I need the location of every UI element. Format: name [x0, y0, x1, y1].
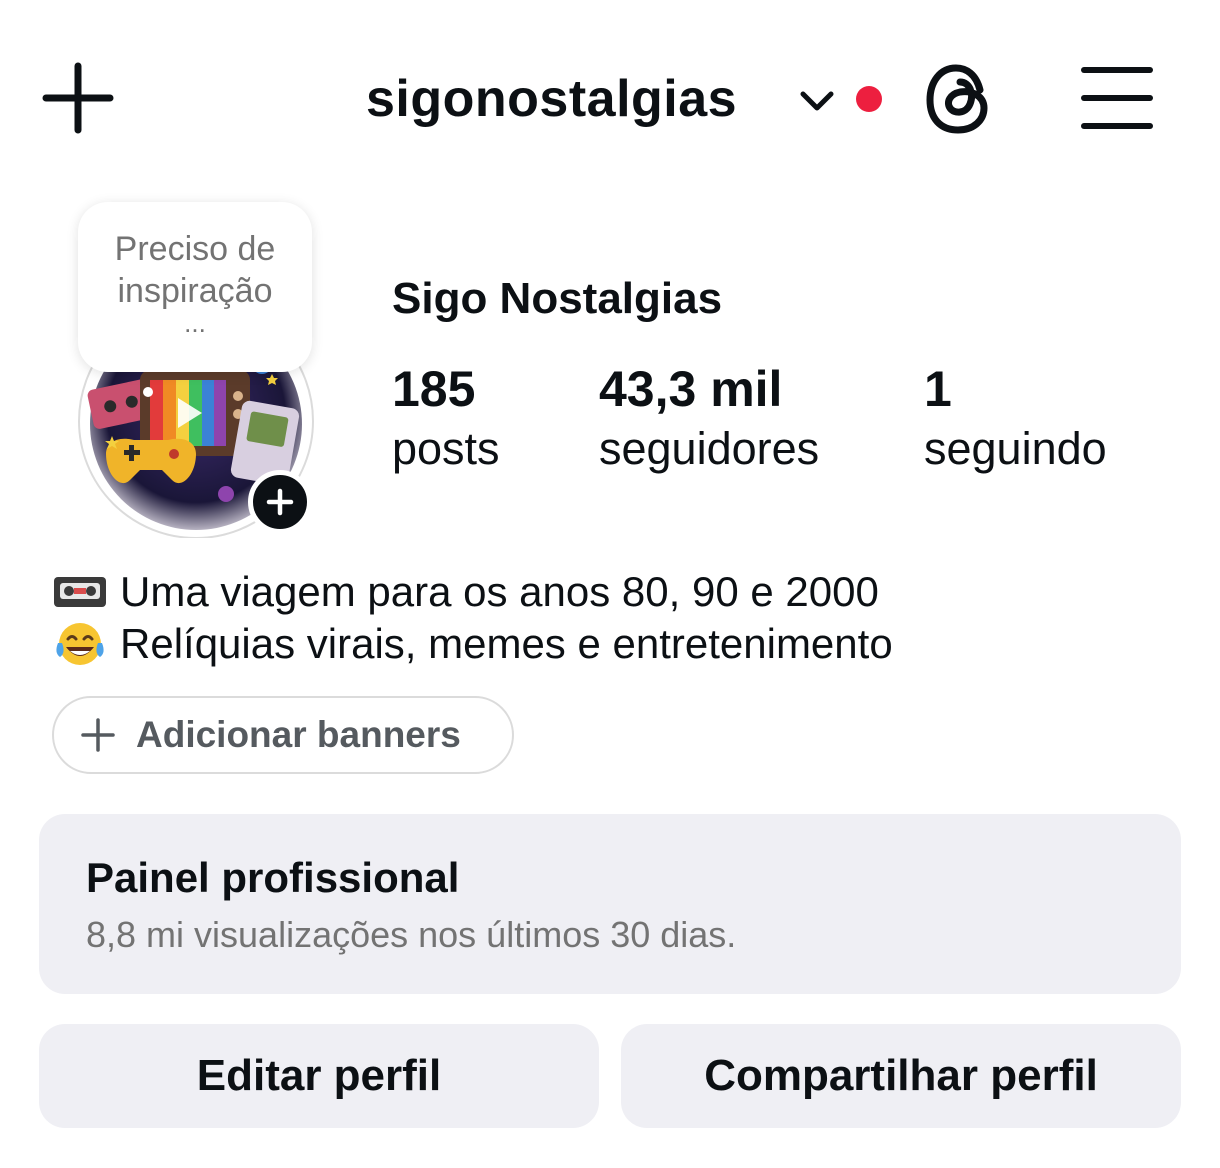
- profile-display-name: Sigo Nostalgias: [392, 274, 723, 323]
- stat-following-label: seguindo: [924, 423, 1107, 474]
- stat-following[interactable]: 1 seguindo: [924, 360, 1107, 480]
- stat-followers[interactable]: 43,3 mil seguidores: [599, 360, 819, 480]
- hamburger-menu-icon: [1081, 67, 1153, 129]
- bio-text-2: Relíquias virais, memes e entretenimento: [120, 620, 893, 667]
- videocassette-icon: [54, 577, 106, 607]
- bio-line-1: Uma viagem para os anos 80, 90 e 2000: [52, 566, 879, 618]
- note-line-1: Preciso de: [114, 230, 276, 268]
- profile-username[interactable]: sigonostalgias: [366, 64, 737, 134]
- edit-profile-button[interactable]: Editar perfil: [39, 1024, 599, 1128]
- stat-posts-value: 185: [392, 361, 476, 417]
- add-story-button[interactable]: [248, 470, 312, 534]
- add-banners-label: Adicionar banners: [136, 714, 461, 755]
- plus-icon: [42, 62, 114, 134]
- professional-dashboard-panel[interactable]: Painel profissional 8,8 mi visualizações…: [39, 814, 1181, 994]
- bio-line-2: Relíquias virais, memes e entretenimento: [52, 618, 893, 670]
- account-switcher-button[interactable]: [796, 80, 838, 122]
- notification-dot: [856, 86, 882, 112]
- new-post-button[interactable]: [40, 60, 116, 136]
- threads-icon: [926, 64, 988, 134]
- tears-of-joy-icon: [56, 623, 104, 665]
- add-banners-button[interactable]: Adicionar banners: [52, 696, 514, 774]
- note-ellipsis: ...: [184, 308, 206, 338]
- stat-followers-value: 43,3 mil: [599, 361, 783, 417]
- menu-button[interactable]: [1078, 62, 1156, 134]
- stat-followers-label: seguidores: [599, 423, 820, 474]
- plus-icon: [266, 488, 294, 516]
- note-line-2: inspiração: [117, 272, 273, 310]
- threads-button[interactable]: [922, 60, 998, 138]
- professional-dashboard-title: Painel profissional: [86, 854, 460, 901]
- stat-posts-label: posts: [392, 423, 500, 474]
- plus-icon: [81, 718, 115, 752]
- bio-text-1: Uma viagem para os anos 80, 90 e 2000: [120, 568, 879, 615]
- professional-dashboard-subtitle: 8,8 mi visualizações nos últimos 30 dias…: [86, 914, 737, 955]
- stat-following-value: 1: [924, 361, 952, 417]
- stat-posts[interactable]: 185 posts: [392, 360, 500, 480]
- share-profile-button[interactable]: Compartilhar perfil: [621, 1024, 1181, 1128]
- profile-note-bubble[interactable]: Preciso de inspiração ...: [78, 202, 312, 372]
- chevron-down-icon: [800, 91, 834, 111]
